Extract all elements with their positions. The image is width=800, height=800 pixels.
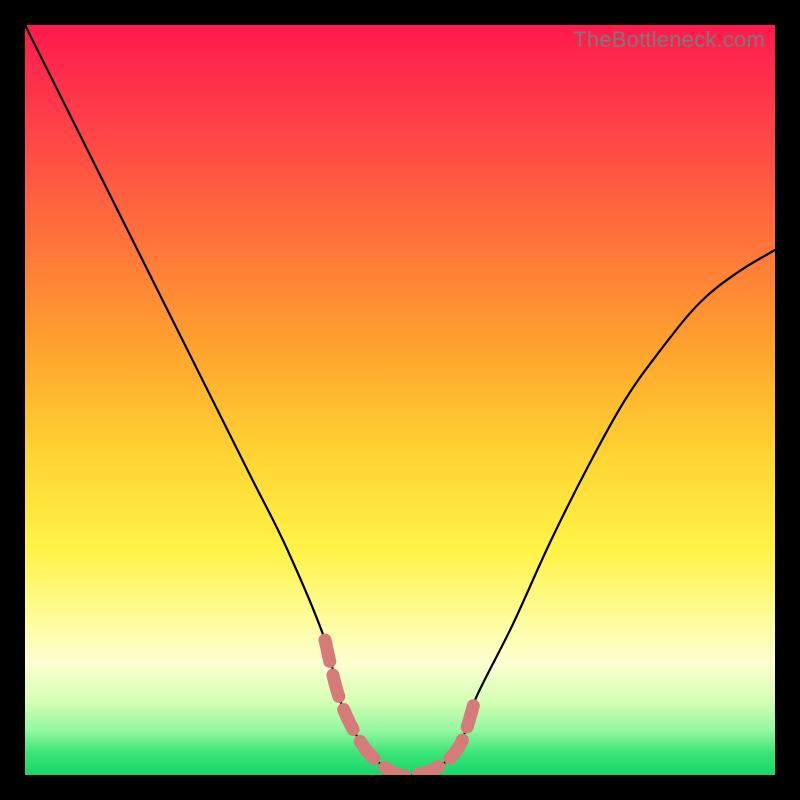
plot-area: TheBottleneck.com: [25, 25, 775, 775]
bottleneck-chart: [25, 25, 775, 775]
bottleneck-marker-path: [325, 640, 475, 775]
bottleneck-curve-path: [25, 25, 775, 775]
